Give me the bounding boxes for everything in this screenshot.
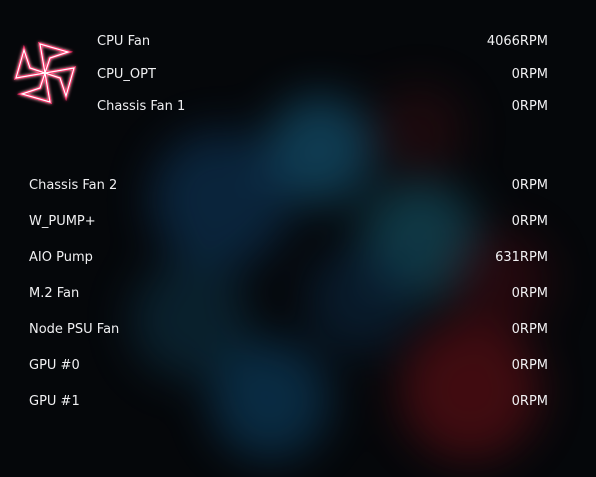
fan-label: CPU Fan	[97, 34, 151, 49]
rog-fan-logo-icon	[13, 41, 77, 105]
fan-speed-value: 4066RPM	[486, 34, 548, 49]
fan-row-cpu-opt: CPU_OPT 0RPM	[97, 65, 548, 85]
fan-label: Node PSU Fan	[29, 322, 120, 337]
fan-row-gpu-0: GPU #0 0RPM	[29, 356, 548, 376]
fan-speed-value: 0RPM	[511, 286, 548, 301]
fan-speed-value: 0RPM	[511, 178, 548, 193]
fan-row-chassis-fan-2: Chassis Fan 2 0RPM	[29, 176, 548, 196]
fan-speed-value: 631RPM	[495, 250, 548, 265]
fan-label: M.2 Fan	[29, 286, 80, 301]
fan-row-w-pump: W_PUMP+ 0RPM	[29, 212, 548, 232]
fan-row-m2-fan: M.2 Fan 0RPM	[29, 284, 548, 304]
fan-row-gpu-1: GPU #1 0RPM	[29, 392, 548, 412]
fan-speed-value: 0RPM	[511, 67, 548, 82]
fan-label: Chassis Fan 1	[97, 99, 186, 114]
fan-speed-value: 0RPM	[511, 358, 548, 373]
fan-speed-value: 0RPM	[511, 99, 548, 114]
fan-label: GPU #0	[29, 358, 80, 373]
fan-label: CPU_OPT	[97, 67, 156, 82]
fan-speed-value: 0RPM	[511, 214, 548, 229]
fan-speed-value: 0RPM	[511, 394, 548, 409]
fan-label: Chassis Fan 2	[29, 178, 118, 193]
fan-speed-value: 0RPM	[511, 322, 548, 337]
fan-row-node-psu-fan: Node PSU Fan 0RPM	[29, 320, 548, 340]
fan-label: GPU #1	[29, 394, 80, 409]
fan-row-cpu-fan: CPU Fan 4066RPM	[97, 32, 548, 52]
fan-speed-panel: CPU Fan 4066RPM CPU_OPT 0RPM Chassis Fan…	[0, 0, 596, 477]
fan-row-aio-pump: AIO Pump 631RPM	[29, 248, 548, 268]
fan-row-chassis-fan-1: Chassis Fan 1 0RPM	[97, 97, 548, 117]
fan-label: AIO Pump	[29, 250, 93, 265]
fan-label: W_PUMP+	[29, 214, 96, 229]
